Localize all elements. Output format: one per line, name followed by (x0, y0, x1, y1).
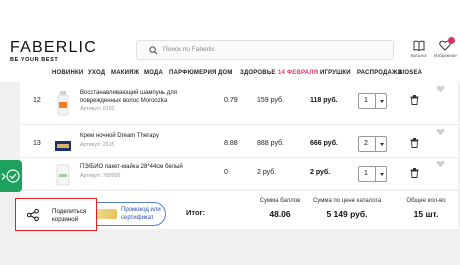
total-catalog-sum: Сумма по цене каталога 5 149 руб. (304, 198, 390, 219)
search-icon (149, 46, 158, 55)
faberlic-logo[interactable]: FABERLIC BE YOUR BEST (10, 39, 97, 64)
total-quantity-value: 15 шт. (413, 209, 439, 219)
chevron-down-icon[interactable] (375, 167, 387, 181)
product-title[interactable]: Крем ночной Dream Therapy (80, 133, 159, 139)
product-sum: 666 руб. (310, 140, 338, 147)
quantity-value: 1 (364, 170, 368, 177)
product-article: Артикул: 780900 (80, 172, 121, 179)
chevron-down-icon[interactable] (375, 94, 387, 108)
favorites-count-badge (448, 37, 455, 44)
search-placeholder: Поиск по Faberlic (163, 46, 215, 53)
product-image[interactable] (54, 133, 72, 159)
total-points: Сумма баллов 48.06 (250, 198, 310, 219)
nav-item-makeup[interactable]: МАКИЯЖ (111, 70, 139, 76)
total-points-label: Сумма баллов (259, 198, 301, 204)
row-number: 12 (33, 97, 41, 104)
logo-tagline: BE YOUR BEST (10, 57, 59, 63)
quantity-select[interactable]: 1 (358, 93, 387, 109)
main-nav: НОВИНКИ УХОД МАКИЯЖ МОДА ПАРФЮМЕРИЯ ДОМ … (0, 68, 460, 82)
cart-row: ПЭ/БИО пакет-майка 28*44см белый Артикул… (20, 157, 458, 189)
product-image[interactable] (54, 162, 72, 188)
product-price: 159 руб. (257, 97, 284, 104)
nav-item-feb14[interactable]: 14 ФЕВРАЛЯ (278, 70, 318, 76)
product-image[interactable] (54, 90, 72, 116)
promo-label-line1: Промокод или (121, 207, 161, 213)
product-article: Артикул: 0192 (80, 106, 115, 112)
nav-item-fashion[interactable]: МОДА (144, 70, 163, 76)
catalog-book-icon (413, 40, 425, 51)
favorites-button[interactable]: Избранное (434, 37, 457, 58)
nav-item-care[interactable]: УХОД (88, 70, 105, 76)
trash-icon[interactable] (410, 168, 419, 178)
favorite-heart-icon[interactable] (436, 128, 445, 136)
nav-item-health[interactable]: ЗДОРОВЬЕ (240, 70, 276, 76)
total-catalog-sum-label: Сумма по цене каталога (312, 198, 382, 204)
share-label-line2: корзиной (52, 216, 79, 223)
quantity-value: 1 (364, 97, 368, 104)
favorites-label: Избранное (434, 53, 457, 58)
share-cart-button[interactable]: Поделиться корзиной (15, 198, 97, 231)
product-points: 8.88 (224, 140, 238, 147)
favorite-heart-icon[interactable] (436, 160, 445, 168)
product-name[interactable]: Восстанавливающий шампунь для поврежденн… (80, 90, 200, 114)
nav-item-home[interactable]: ДОМ (218, 70, 233, 76)
catalog-button[interactable]: Каталог (408, 40, 430, 58)
chevron-down-icon[interactable] (375, 137, 387, 151)
quantity-value: 2 (364, 140, 368, 147)
product-points: 0 (224, 169, 228, 176)
search-input[interactable]: Поиск по Faberlic (136, 40, 394, 60)
nav-item-sale[interactable]: РАСПРОДАЖА (357, 70, 402, 76)
share-label: Поделиться корзиной (52, 208, 86, 224)
product-name[interactable]: ПЭ/БИО пакет-майка 28*44см белый Артикул… (80, 164, 200, 180)
quantity-select[interactable]: 2 (358, 136, 387, 152)
quantity-select[interactable]: 1 (358, 166, 387, 182)
logo-text: FABERLIC (10, 39, 97, 56)
product-title[interactable]: ПЭ/БИО пакет-майка 28*44см белый (80, 164, 183, 170)
share-label-line1: Поделиться (52, 208, 87, 215)
side-widget-button[interactable] (0, 160, 22, 192)
product-sum: 118 руб. (310, 97, 338, 104)
total-catalog-sum-value: 5 149 руб. (326, 209, 368, 219)
promo-label-line2: сертификат (121, 215, 154, 221)
check-circle-icon (6, 169, 20, 183)
trash-icon[interactable] (410, 138, 419, 148)
favorite-heart-icon[interactable] (436, 85, 445, 93)
promo-label: Промокод или сертификат (121, 206, 161, 222)
total-quantity: Общее кол-во 15 шт. (398, 198, 454, 219)
product-price: 888 руб. (257, 140, 284, 147)
trash-icon[interactable] (410, 95, 419, 105)
product-name[interactable]: Крем ночной Dream Therapy Артикул: 2615 (80, 133, 200, 149)
product-price: 2 руб. (257, 169, 277, 176)
nav-item-perfume[interactable]: ПАРФЮМЕРИЯ (169, 70, 217, 76)
total-points-value: 48.06 (269, 209, 291, 219)
catalog-label: Каталог (410, 53, 428, 58)
product-sum: 2 руб. (310, 169, 331, 176)
share-icon (27, 209, 39, 221)
site-header: FABERLIC BE YOUR BEST Поиск по Faberlic … (0, 0, 460, 68)
nav-item-new[interactable]: НОВИНКИ (52, 70, 83, 76)
row-number: 13 (33, 140, 41, 147)
nav-item-biosea[interactable]: BIOSEA (398, 70, 422, 76)
cart-content: 12 Восстанавливающий шампунь для поврежд… (0, 82, 460, 265)
total-label: Итог: (186, 208, 206, 217)
product-title[interactable]: Восстанавливающий шампунь для поврежденн… (80, 90, 177, 104)
product-article: Артикул: 2615 (80, 141, 115, 148)
product-points: 0.79 (224, 97, 238, 104)
total-quantity-label: Общее кол-во (406, 198, 446, 204)
nav-item-toys[interactable]: ИГРУШКИ (320, 70, 351, 76)
cart-row: 12 Восстанавливающий шампунь для поврежд… (20, 82, 458, 124)
